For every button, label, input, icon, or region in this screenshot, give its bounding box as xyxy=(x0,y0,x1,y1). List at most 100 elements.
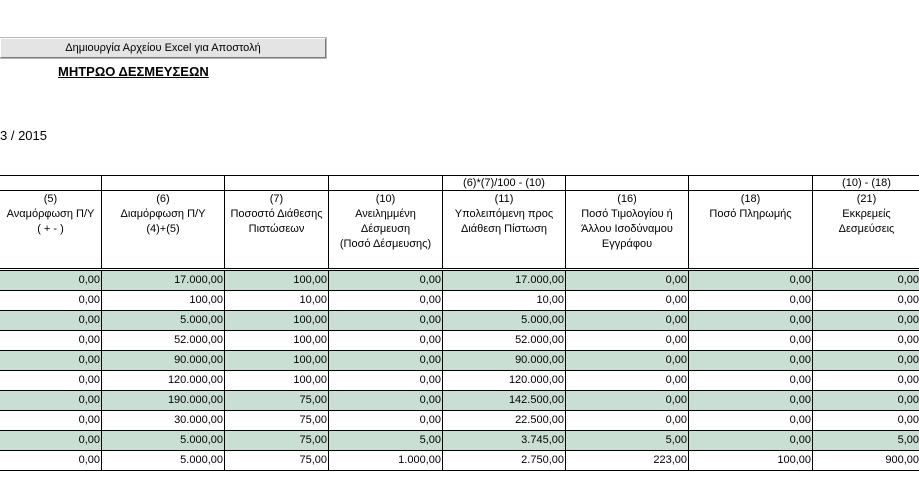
cell-remaining-credit: 142.500,00 xyxy=(442,390,566,411)
cell-reshaping: 0,00 xyxy=(0,430,102,451)
cell-payment-amount: 0,00 xyxy=(688,430,813,451)
column-header-invoice-amount: (16) Ποσό Τιμολογίου ή Άλλου Ισοδύναμου Εγγ… xyxy=(565,190,689,269)
cell-invoice-amount: 223,00 xyxy=(565,450,689,471)
column-header-line: Ποσοστό Διάθεσης xyxy=(230,208,323,220)
formula-cell-committed-amount xyxy=(328,175,443,191)
report-period: 3 / 2015 xyxy=(0,128,47,143)
cell-budget-formation: 90.000,00 xyxy=(101,350,225,371)
column-header-line: Ποσό Πληρωμής xyxy=(709,208,792,220)
column-header-row: (5) Αναμόρφωση Π/Υ ( + - ) (6) Διαμόρφωση Π/… xyxy=(0,190,919,269)
cell-committed-amount: 0,00 xyxy=(328,370,443,391)
column-header-line: (10) xyxy=(375,193,396,205)
cell-pending-commitments: 0,00 xyxy=(812,270,919,291)
cell-availability-pct: 75,00 xyxy=(224,410,329,431)
cell-pending-commitments: 5,00 xyxy=(812,430,919,451)
cell-invoice-amount: 0,00 xyxy=(565,330,689,351)
cell-payment-amount: 0,00 xyxy=(688,350,813,371)
table-row: 0,00 5.000,00 75,00 1.000,00 2.750,00 223,00 1… xyxy=(0,450,919,471)
column-header-line: (21) xyxy=(856,193,877,205)
cell-pending-commitments: 0,00 xyxy=(812,390,919,411)
table-row: 0,00 5.000,00 75,00 5,00 3.745,00 5,00 0,00 5,0… xyxy=(0,430,919,451)
table-row: 0,00 100,00 10,00 0,00 10,00 0,00 0,00 0,00 xyxy=(0,290,919,311)
column-header-availability-pct: (7) Ποσοστό Διάθεσης Πιστώσεων xyxy=(224,190,329,269)
cell-reshaping: 0,00 xyxy=(0,350,102,371)
formula-row: (6)*(7)/100 - (10) (10) - (18) xyxy=(0,175,919,191)
table-row: 0,00 90.000,00 100,00 0,00 90.000,00 0,00 0,00… xyxy=(0,350,919,371)
cell-committed-amount: 0,00 xyxy=(328,390,443,411)
formula-cell-pending-commitments: (10) - (18) xyxy=(812,175,919,191)
column-header-line: Ανειλημμένη xyxy=(355,208,416,220)
cell-invoice-amount: 0,00 xyxy=(565,410,689,431)
column-header-line: Διάθεση Πίστωση xyxy=(461,223,547,235)
cell-remaining-credit: 3.745,00 xyxy=(442,430,566,451)
cell-budget-formation: 5.000,00 xyxy=(101,310,225,331)
cell-payment-amount: 0,00 xyxy=(688,270,813,291)
cell-payment-amount: 0,00 xyxy=(688,330,813,351)
cell-reshaping: 0,00 xyxy=(0,330,102,351)
formula-cell-remaining-credit: (6)*(7)/100 - (10) xyxy=(442,175,566,191)
cell-reshaping: 0,00 xyxy=(0,290,102,311)
cell-availability-pct: 75,00 xyxy=(224,390,329,411)
column-header-line: Δεσμεύσεις xyxy=(838,223,895,235)
cell-budget-formation: 17.000,00 xyxy=(101,270,225,291)
cell-pending-commitments: 0,00 xyxy=(812,410,919,431)
formula-cell-reshaping xyxy=(0,175,102,191)
cell-availability-pct: 75,00 xyxy=(224,430,329,451)
cell-committed-amount: 5,00 xyxy=(328,430,443,451)
table-row: 0,00 17.000,00 100,00 0,00 17.000,00 0,00 0,00… xyxy=(0,270,919,291)
column-header-line: Εγγράφου xyxy=(601,238,653,250)
cell-pending-commitments: 0,00 xyxy=(812,330,919,351)
cell-pending-commitments: 0,00 xyxy=(812,290,919,311)
column-header-line: (6) xyxy=(156,193,170,205)
cell-invoice-amount: 0,00 xyxy=(565,270,689,291)
cell-payment-amount: 0,00 xyxy=(688,370,813,391)
table-row: 0,00 52.000,00 100,00 0,00 52.000,00 0,00 0,00… xyxy=(0,330,919,351)
report-title: ΜΗΤΡΩΟ ΔΕΣΜΕΥΣΕΩΝ xyxy=(58,64,209,79)
cell-remaining-credit: 52.000,00 xyxy=(442,330,566,351)
cell-reshaping: 0,00 xyxy=(0,410,102,431)
cell-committed-amount: 0,00 xyxy=(328,290,443,311)
cell-availability-pct: 100,00 xyxy=(224,270,329,291)
column-header-line: Ποσό Τιμολογίου ή xyxy=(581,208,673,220)
column-header-line: Αναμόρφωση Π/Υ xyxy=(6,208,95,220)
table-row: 0,00 190.000,00 75,00 0,00 142.500,00 0,00 0,0… xyxy=(0,390,919,411)
cell-payment-amount: 0,00 xyxy=(688,310,813,331)
cell-payment-amount: 0,00 xyxy=(688,390,813,411)
cell-payment-amount: 0,00 xyxy=(688,410,813,431)
cell-budget-formation: 5.000,00 xyxy=(101,450,225,471)
cell-invoice-amount: 0,00 xyxy=(565,350,689,371)
column-header-line: (7) xyxy=(269,193,284,205)
cell-remaining-credit: 10,00 xyxy=(442,290,566,311)
cell-invoice-amount: 0,00 xyxy=(565,370,689,391)
formula-cell-payment-amount xyxy=(688,175,813,191)
column-header-line: (11) xyxy=(494,193,514,205)
cell-budget-formation: 120.000,00 xyxy=(101,370,225,391)
cell-budget-formation: 52.000,00 xyxy=(101,330,225,351)
column-header-line: (4)+(5) xyxy=(146,223,180,235)
column-header-line: (18) xyxy=(740,193,761,205)
cell-availability-pct: 75,00 xyxy=(224,450,329,471)
cell-remaining-credit: 120.000,00 xyxy=(442,370,566,391)
cell-reshaping: 0,00 xyxy=(0,370,102,391)
cell-remaining-credit: 5.000,00 xyxy=(442,310,566,331)
cell-committed-amount: 0,00 xyxy=(328,410,443,431)
cell-invoice-amount: 0,00 xyxy=(565,290,689,311)
column-header-line: Δέσμευση xyxy=(360,223,411,235)
cell-budget-formation: 190.000,00 xyxy=(101,390,225,411)
cell-reshaping: 0,00 xyxy=(0,270,102,291)
cell-budget-formation: 100,00 xyxy=(101,290,225,311)
column-header-committed-amount: (10) Ανειλημμένη Δέσμευση (Ποσό Δέσμευσης) xyxy=(328,190,443,269)
cell-reshaping: 0,00 xyxy=(0,390,102,411)
table-row: 0,00 30.000,00 75,00 0,00 22.500,00 0,00 0,00 0… xyxy=(0,410,919,431)
table-row: 0,00 120.000,00 100,00 0,00 120.000,00 0,00 0,… xyxy=(0,370,919,391)
cell-committed-amount: 0,00 xyxy=(328,330,443,351)
column-header-line: (Ποσό Δέσμευσης) xyxy=(339,238,432,250)
cell-remaining-credit: 22.500,00 xyxy=(442,410,566,431)
cell-availability-pct: 100,00 xyxy=(224,310,329,331)
column-header-line: (16) xyxy=(617,193,637,205)
cell-invoice-amount: 0,00 xyxy=(565,310,689,331)
create-excel-file-button[interactable]: Δημιουργία Αρχείου Excel για Αποστολή xyxy=(0,38,326,58)
column-header-line: Εκκρεμείς xyxy=(842,208,891,220)
column-header-line: Άλλου Ισοδύναμου xyxy=(581,223,673,235)
commitments-table: (6)*(7)/100 - (10) (10) - (18) (5) Αναμόρφω… xyxy=(0,175,919,471)
